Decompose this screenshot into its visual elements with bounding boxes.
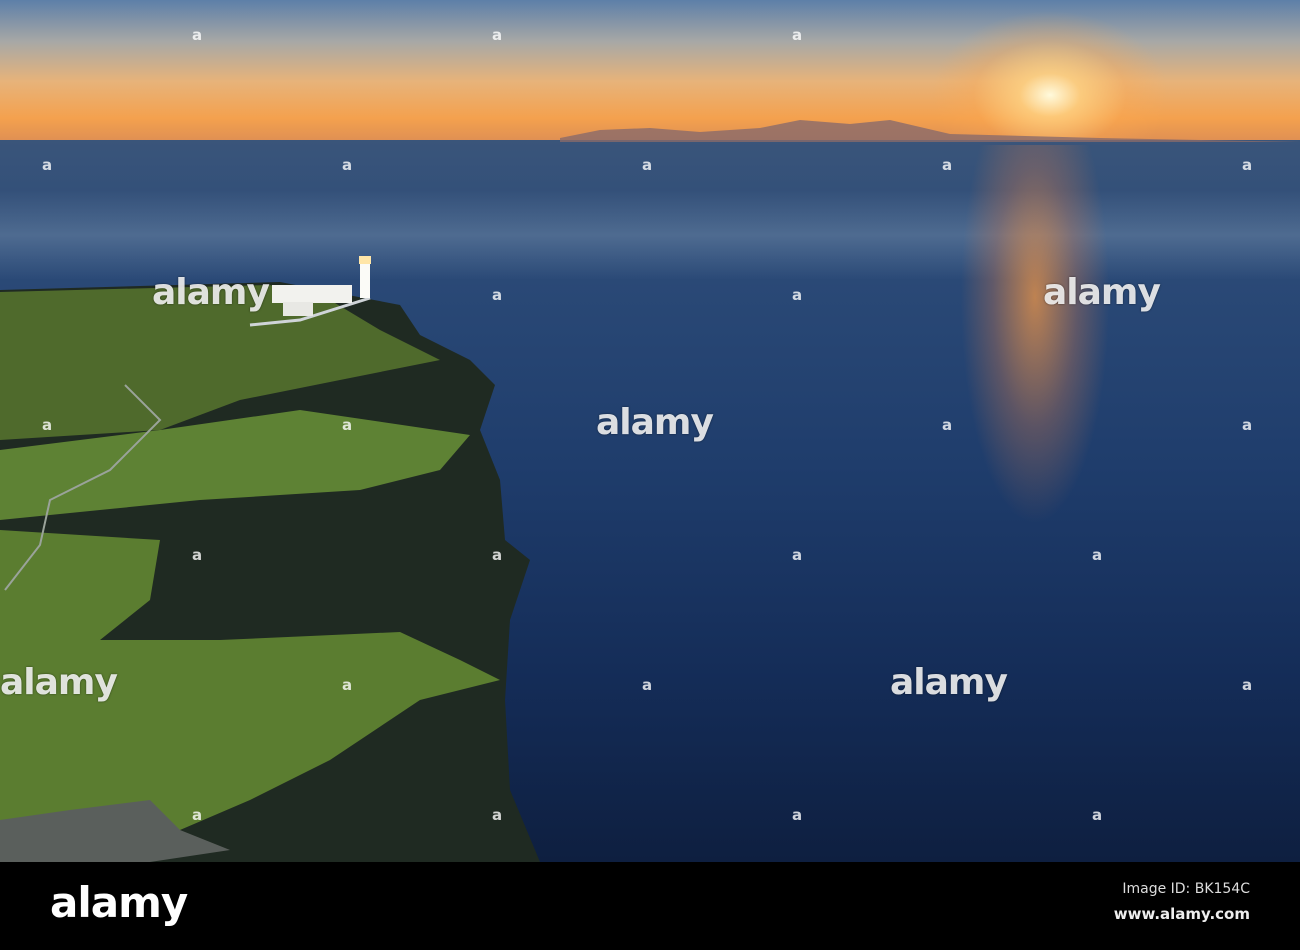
watermark-mark: a xyxy=(942,416,953,434)
watermark-mark: a xyxy=(942,156,953,174)
watermark-mark: a xyxy=(192,806,203,824)
watermark-mark: a xyxy=(192,26,203,44)
watermark-mark: a xyxy=(792,286,803,304)
watermark: alamy xyxy=(0,662,118,703)
photo-canvas: alamy alamy alamy alamy alamy a a a a a … xyxy=(0,0,1300,950)
watermark: alamy xyxy=(596,402,714,443)
watermark-mark: a xyxy=(42,156,53,174)
footer-bar xyxy=(0,862,1300,950)
watermark-mark: a xyxy=(1242,416,1253,434)
watermark-mark: a xyxy=(192,546,203,564)
watermark-mark: a xyxy=(1242,156,1253,174)
alamy-logo: alamy xyxy=(50,878,188,927)
watermark-mark: a xyxy=(492,26,503,44)
watermark-mark: a xyxy=(792,26,803,44)
watermark: alamy xyxy=(890,662,1008,703)
watermark-mark: a xyxy=(1092,546,1103,564)
watermark-mark: a xyxy=(492,806,503,824)
watermark-mark: a xyxy=(1242,676,1253,694)
watermark-mark: a xyxy=(342,676,353,694)
watermark-mark: a xyxy=(342,156,353,174)
site-url: www.alamy.com xyxy=(1113,905,1250,923)
watermark-mark: a xyxy=(42,416,53,434)
watermark: alamy xyxy=(152,272,270,313)
watermark: alamy xyxy=(1043,272,1161,313)
watermark-mark: a xyxy=(492,286,503,304)
watermark-mark: a xyxy=(492,546,503,564)
distant-mountains xyxy=(560,120,1300,142)
image-id: Image ID: BK154C xyxy=(1122,881,1250,897)
photo: alamy alamy alamy alamy alamy a a a a a … xyxy=(0,0,1300,862)
watermark-mark: a xyxy=(1092,806,1103,824)
watermark-mark: a xyxy=(792,806,803,824)
watermark-mark: a xyxy=(342,416,353,434)
watermark-mark: a xyxy=(792,546,803,564)
watermark-mark: a xyxy=(642,676,653,694)
watermark-mark: a xyxy=(642,156,653,174)
